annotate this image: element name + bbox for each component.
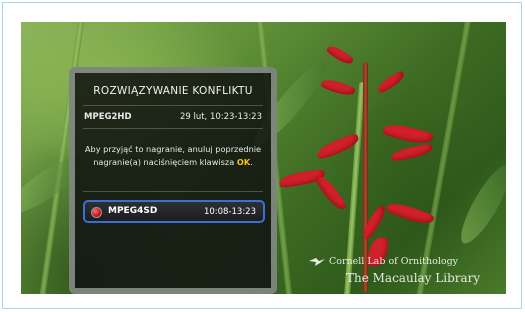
background-leaf [453,159,506,249]
conflicting-channel-name: MPEG2HD [84,112,132,122]
watermark-line1: Cornell Lab of Ornithology [329,256,459,267]
divider [83,191,263,192]
dialog-title: ROZWIĄZYWANIE KONFLIKTU [93,85,253,97]
divider [83,128,263,129]
flower-petal [325,42,355,68]
recording-option-name: MPEG4SD [108,206,158,216]
background-stem [415,22,473,294]
flower-petal [314,173,348,213]
image-frame: ROZWIĄZYWANIE KONFLIKTU MPEG2HD 29 lut, … [2,2,522,309]
ok-key-label: OK [236,157,251,167]
divider [83,105,263,106]
flower-petal [320,76,356,99]
flower-petal [385,199,435,228]
flower-petal [375,70,407,94]
conflict-dialog: ROZWIĄZYWANIE KONFLIKTU MPEG2HD 29 lut, … [69,67,277,294]
conflict-message: Aby przyjąć to nagranie, anuluj poprzedn… [83,143,263,169]
recording-option-time: 10:08-13:23 [203,207,256,217]
tv-screen: ROZWIĄZYWANIE KONFLIKTU MPEG2HD 29 lut, … [21,22,506,294]
watermark-line2: The Macaulay Library [346,271,481,285]
record-icon [91,207,102,218]
message-text: Aby przyjąć to nagranie, anuluj poprzedn… [84,144,262,167]
conflicting-channel-time: 29 lut, 10:23-13:23 [179,112,262,122]
flower-petal [382,120,434,148]
flower-petal [390,143,434,162]
message-end: . [250,157,253,167]
recording-option-mpeg4sd[interactable]: MPEG4SD 10:08-13:23 [83,200,265,223]
